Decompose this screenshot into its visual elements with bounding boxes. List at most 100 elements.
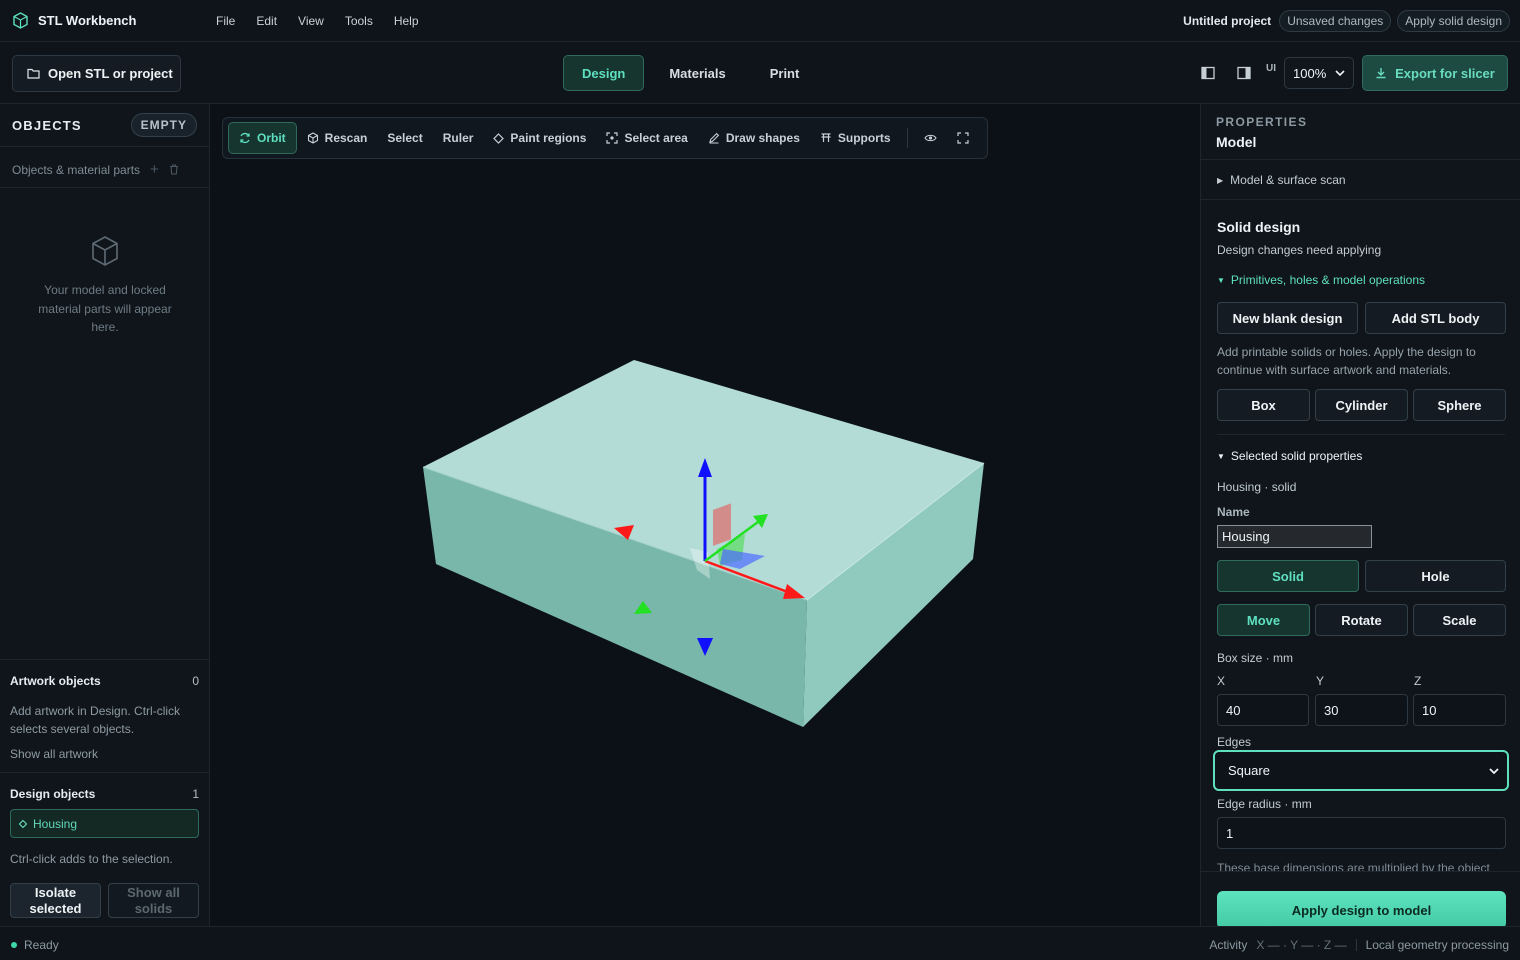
status-dot-icon bbox=[11, 942, 17, 948]
caret-right-icon: ▶ bbox=[1217, 175, 1224, 185]
divider bbox=[0, 187, 209, 188]
cylinder-primitive-button[interactable]: Cylinder bbox=[1315, 389, 1408, 421]
open-stl-label: Open STL or project bbox=[48, 66, 173, 81]
status-processing: Local geometry processing bbox=[1365, 938, 1509, 952]
selected-object-desc: Housing · solid bbox=[1217, 480, 1297, 494]
y-axis-label: Y bbox=[1316, 674, 1325, 688]
artwork-count: 0 bbox=[192, 674, 199, 688]
design-object-item[interactable]: Housing bbox=[10, 809, 199, 838]
isolate-selected-button[interactable]: Isolate selected bbox=[10, 883, 101, 918]
ui-scale-value: 100% bbox=[1293, 65, 1327, 81]
move-button[interactable]: Move bbox=[1217, 604, 1310, 636]
box-size-x-input[interactable]: 40 bbox=[1217, 694, 1309, 726]
add-stl-body-button[interactable]: Add STL body bbox=[1365, 302, 1506, 334]
folder-icon bbox=[27, 68, 40, 79]
3d-viewport[interactable]: Orbit Rescan Select Ruler Paint regions … bbox=[210, 104, 1200, 926]
right-panel-toggle-icon[interactable] bbox=[1230, 58, 1258, 88]
caret-down-icon: ▼ bbox=[1217, 451, 1225, 461]
menu-view[interactable]: View bbox=[298, 14, 324, 28]
tab-materials[interactable]: Materials bbox=[650, 55, 744, 91]
apply-design-button[interactable]: Apply design to model bbox=[1217, 891, 1506, 926]
solid-mode-button[interactable]: Solid bbox=[1217, 560, 1359, 592]
objects-empty-hint: Your model and locked material parts wil… bbox=[38, 283, 172, 334]
edge-radius-label: Edge radius · mm bbox=[1217, 797, 1312, 811]
artwork-title: Artwork objects bbox=[10, 674, 101, 688]
trash-icon[interactable] bbox=[169, 164, 179, 175]
selected-props-toggle[interactable]: ▼ Selected solid properties bbox=[1217, 449, 1362, 463]
main-toolbar: Open STL or project Design Materials Pri… bbox=[0, 42, 1520, 104]
caret-down-icon: ▼ bbox=[1217, 275, 1225, 285]
design-objects-section: Design objects 1 Housing Ctrl-click adds… bbox=[0, 772, 209, 926]
edges-select[interactable]: Square bbox=[1213, 750, 1509, 791]
artwork-hint: Add artwork in Design. Ctrl-click select… bbox=[10, 704, 181, 736]
menu-bar: File Edit View Tools Help bbox=[216, 14, 440, 28]
status-coords: X — · Y — · Z — bbox=[1256, 938, 1347, 952]
tab-design[interactable]: Design bbox=[563, 55, 645, 91]
selected-props-label: Selected solid properties bbox=[1230, 449, 1363, 463]
box-size-y-input[interactable]: 30 bbox=[1315, 694, 1408, 726]
divider bbox=[1217, 434, 1505, 435]
properties-heading: PROPERTIES bbox=[1216, 115, 1308, 129]
divider bbox=[0, 146, 209, 147]
tab-print[interactable]: Print bbox=[751, 55, 819, 91]
export-label: Export for slicer bbox=[1395, 65, 1495, 81]
ui-scale-label: UI bbox=[1266, 62, 1276, 74]
divider bbox=[1201, 159, 1520, 160]
design-selection-hint: Ctrl-click adds to the selection. bbox=[10, 852, 173, 866]
properties-panel: PROPERTIES Model ▶ Model & surface scan … bbox=[1200, 104, 1520, 926]
show-all-solids-button[interactable]: Show all solids bbox=[108, 883, 199, 918]
model-scan-toggle[interactable]: ▶ Model & surface scan bbox=[1217, 173, 1346, 187]
sphere-primitive-button[interactable]: Sphere bbox=[1413, 389, 1506, 421]
unsaved-badge: Unsaved changes bbox=[1279, 10, 1392, 32]
download-icon bbox=[1376, 68, 1386, 79]
diamond-icon bbox=[19, 819, 27, 828]
menu-tools[interactable]: Tools bbox=[345, 14, 373, 28]
title-bar: STL Workbench File Edit View Tools Help … bbox=[0, 0, 1520, 42]
hole-mode-button[interactable]: Hole bbox=[1365, 560, 1506, 592]
status-activity[interactable]: Activity bbox=[1209, 938, 1247, 952]
objects-heading: OBJECTS bbox=[12, 118, 82, 133]
primitives-hint: Add printable solids or holes. Apply the… bbox=[1217, 345, 1476, 377]
status-separator bbox=[1355, 939, 1357, 951]
dimension-footnote: These base dimensions are multiplied by … bbox=[1217, 861, 1490, 871]
open-stl-button[interactable]: Open STL or project bbox=[12, 55, 181, 92]
primitives-toggle-label: Primitives, holes & model operations bbox=[1230, 273, 1426, 287]
menu-file[interactable]: File bbox=[216, 14, 235, 28]
export-button[interactable]: Export for slicer bbox=[1362, 55, 1508, 91]
name-input[interactable]: Housing bbox=[1217, 525, 1372, 548]
scale-button[interactable]: Scale bbox=[1413, 604, 1506, 636]
objects-subheader: Objects & material parts + bbox=[12, 161, 179, 178]
left-panel-toggle-icon[interactable] bbox=[1194, 58, 1222, 88]
menu-edit[interactable]: Edit bbox=[256, 14, 277, 28]
project-name: Untitled project bbox=[1183, 14, 1272, 28]
ui-scale-select[interactable]: 100% bbox=[1284, 57, 1354, 89]
box-primitive-button[interactable]: Box bbox=[1217, 389, 1310, 421]
brand: STL Workbench bbox=[12, 12, 136, 29]
rotate-button[interactable]: Rotate bbox=[1315, 604, 1408, 636]
show-all-artwork-link[interactable]: Show all artwork bbox=[10, 745, 98, 763]
design-objects-count: 1 bbox=[192, 787, 199, 801]
chevron-down-icon bbox=[1335, 70, 1345, 76]
model-scan-label: Model & surface scan bbox=[1230, 173, 1346, 187]
scene-canvas[interactable] bbox=[210, 104, 1200, 926]
add-part-icon[interactable]: + bbox=[150, 161, 159, 178]
new-blank-design-button[interactable]: New blank design bbox=[1217, 302, 1358, 334]
workflow-tabs: Design Materials Print bbox=[563, 55, 824, 91]
box-size-z-input[interactable]: 10 bbox=[1413, 694, 1506, 726]
name-label: Name bbox=[1217, 505, 1250, 519]
divider bbox=[1201, 199, 1520, 200]
primitives-toggle[interactable]: ▼ Primitives, holes & model operations bbox=[1217, 273, 1425, 287]
z-axis-label: Z bbox=[1414, 674, 1422, 688]
toolbar-right: UI 100% Export for slicer bbox=[1194, 55, 1508, 91]
app-title: STL Workbench bbox=[38, 13, 137, 28]
edges-label: Edges bbox=[1217, 735, 1252, 749]
design-objects-title: Design objects bbox=[10, 787, 96, 801]
objects-sublabel: Objects & material parts bbox=[12, 162, 141, 177]
chevron-down-icon bbox=[1489, 767, 1499, 774]
edge-radius-input[interactable]: 1 bbox=[1217, 817, 1506, 849]
menu-help[interactable]: Help bbox=[394, 14, 419, 28]
cube-icon bbox=[92, 236, 118, 266]
needs-apply-text: Design changes need applying bbox=[1217, 243, 1382, 257]
apply-solid-badge[interactable]: Apply solid design bbox=[1397, 10, 1510, 32]
status-ready: Ready bbox=[24, 938, 59, 952]
